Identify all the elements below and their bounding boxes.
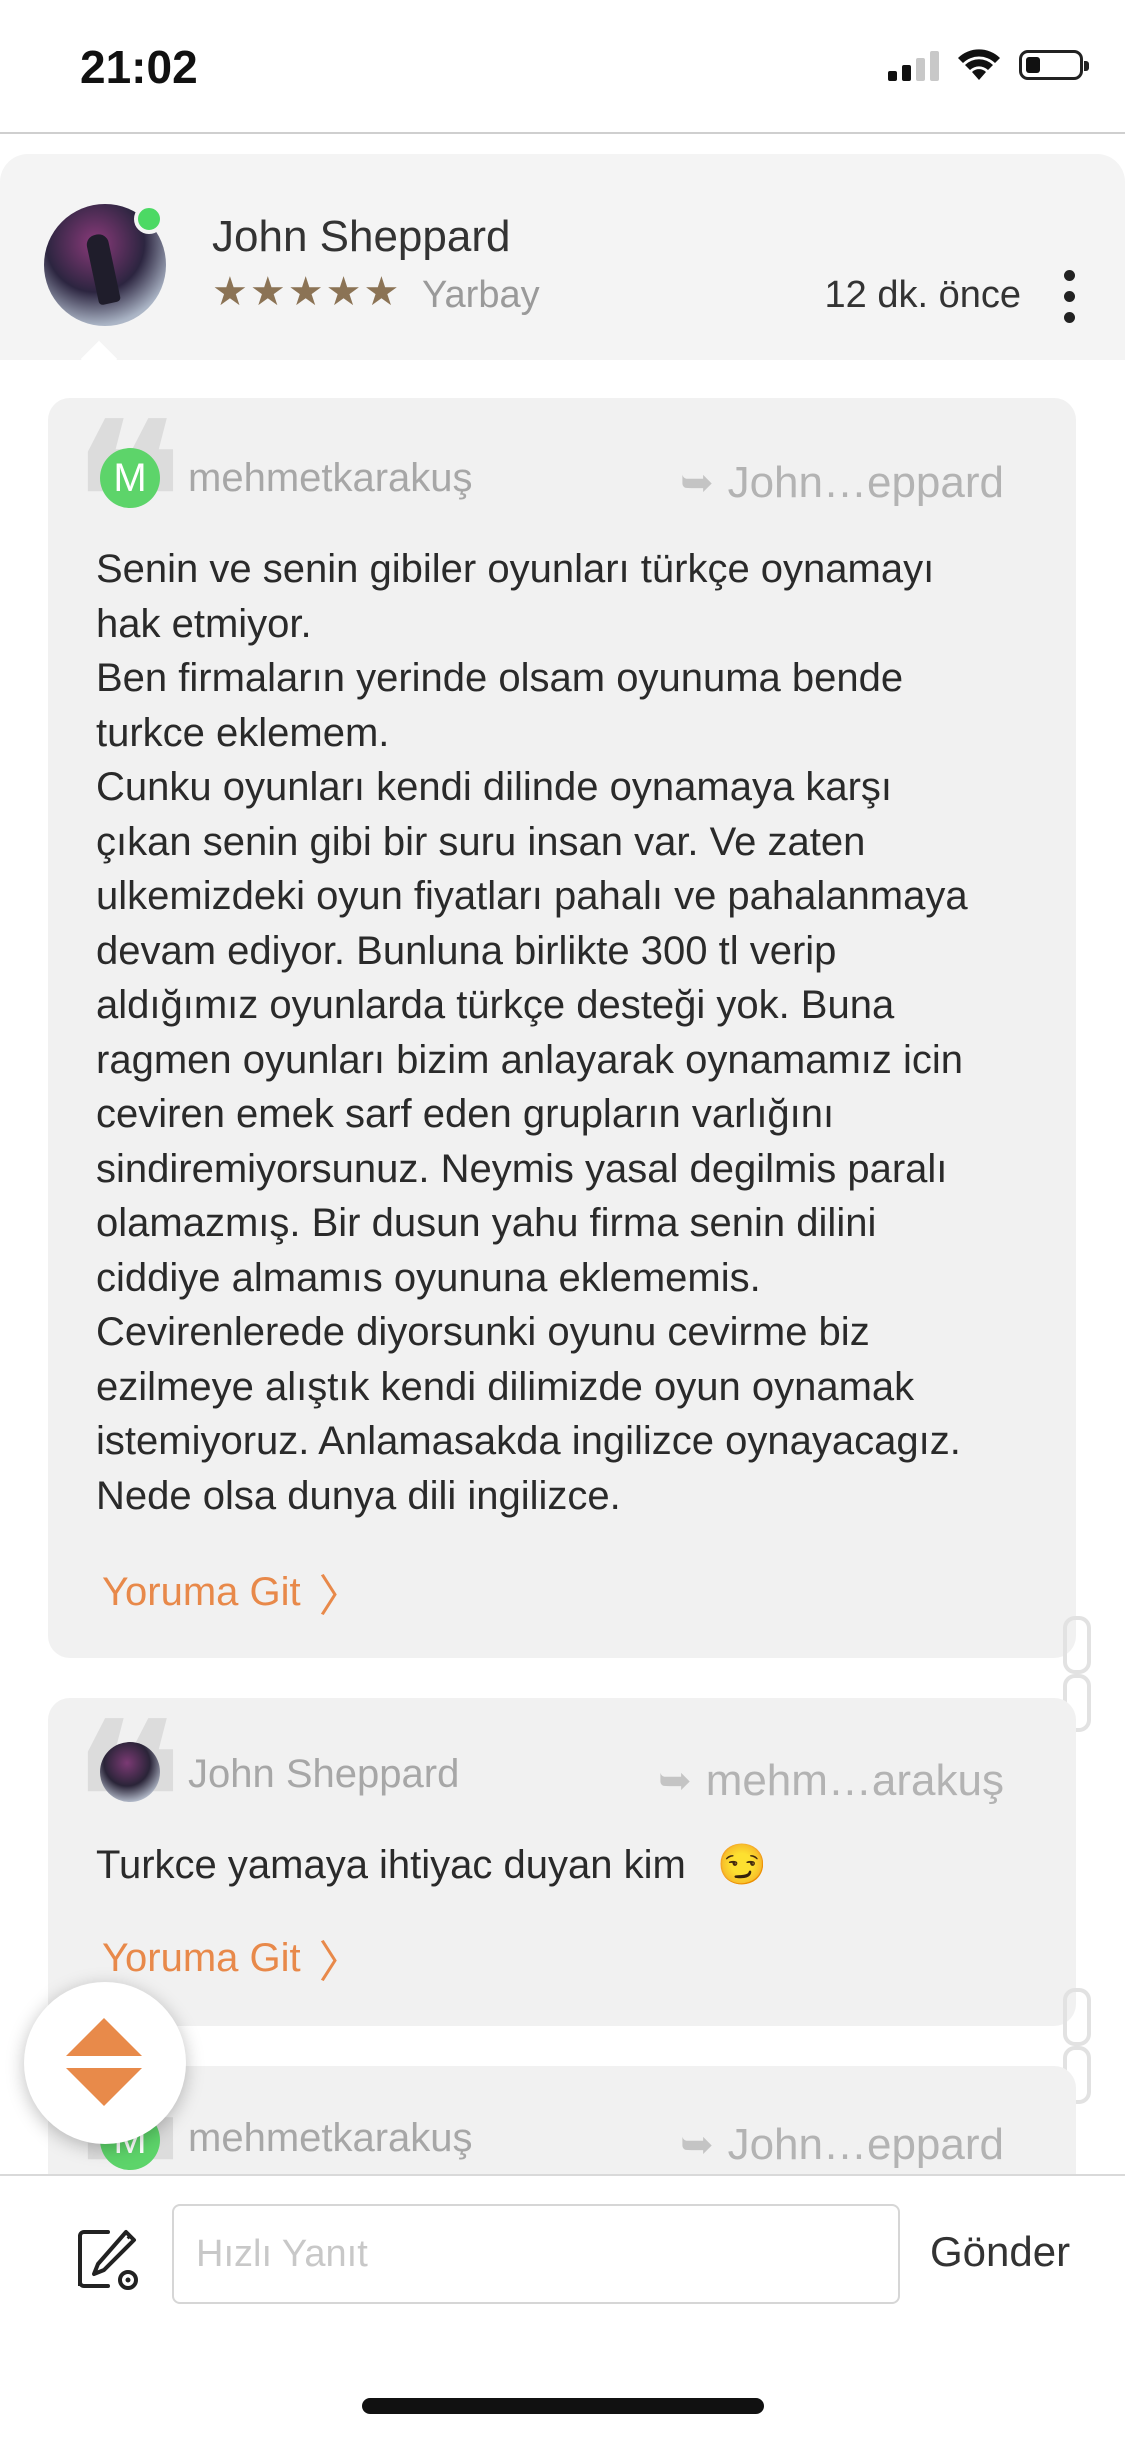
go-to-comment-label: Yoruma Git — [102, 1935, 301, 1980]
quote-reply-target[interactable]: ➥ mehm…arakuş — [658, 1756, 1004, 1806]
quote-author-avatar: M — [100, 448, 160, 508]
quote-line: Senin ve senin gibiler oyunları türkçe o… — [96, 547, 935, 591]
quote-line: sindiremiyorsunuz. Neymis yasal degilmis… — [96, 1146, 948, 1191]
quoted-comment: ❝ John Sheppard ➥ mehm…arakuş Turkce yam… — [48, 1698, 1076, 2026]
wifi-icon — [958, 49, 1000, 80]
go-to-comment-label: Yoruma Git — [102, 1569, 301, 1614]
star-icon: ★ — [287, 270, 324, 314]
smirk-emoji-icon: 😏 — [716, 1843, 767, 1887]
quote-line: ceviren emek sarf eden grupların varlığı… — [96, 1092, 835, 1136]
author-name[interactable]: John Sheppard — [212, 212, 510, 262]
battery-icon — [1019, 50, 1089, 80]
chevron-right-icon: 〉 — [318, 1938, 363, 1987]
arrow-down-icon — [66, 2068, 142, 2106]
chevron-right-icon: 〉 — [318, 1572, 363, 1621]
status-icons — [888, 48, 1089, 82]
post-time: 12 dk. önce — [824, 274, 1021, 316]
quote-line: Cunku oyunları kendi dilinde oynamaya ka… — [96, 765, 892, 809]
quoted-comment: ❝ M mehmetkarakuş ➥ John…eppard Senin ve… — [48, 398, 1076, 1658]
cellular-signal-icon — [888, 49, 939, 81]
quote-line: ezilmeye alıştık kendi dilimizde oyun oy… — [96, 1364, 915, 1409]
star-icon: ★ — [249, 270, 286, 314]
quote-text: Senin ve senin gibiler oyunları türkçe o… — [96, 542, 1056, 1523]
send-button[interactable]: Gönder — [930, 2228, 1070, 2276]
star-icon: ★ — [212, 270, 248, 314]
quick-reply-bar: Gönder — [0, 2174, 1125, 2438]
quote-line: ragmen oyunları bizim anlayarak oynamamı… — [96, 1037, 964, 1082]
go-to-comment-link[interactable]: Yoruma Git 〉 — [102, 1560, 363, 1624]
reply-target-name: John…eppard — [727, 458, 1004, 507]
quote-line: turkce eklemem. — [96, 710, 390, 755]
status-time: 21:02 — [80, 41, 198, 93]
post-card: John Sheppard ★ ★ ★ ★ ★ Yarbay 12 dk. ön… — [0, 154, 1125, 2174]
quote-line: çıkan senin gibi bir suru insan var. Ve … — [96, 819, 866, 864]
quoted-comment: ❝ M mehmetkarakuş ➥ John…eppard — [48, 2066, 1076, 2174]
quote-line: hak etmiyor. — [96, 601, 312, 646]
quote-text: Turkce yamaya ihtiyac duyan kim 😏 — [96, 1838, 1056, 1893]
scroll-up-down-button[interactable] — [24, 1982, 186, 2144]
quote-reply-target[interactable]: ➥ John…eppard — [680, 458, 1004, 508]
quote-author-avatar — [100, 1742, 160, 1802]
author-rank: Yarbay — [422, 274, 540, 316]
quick-reply-input[interactable] — [172, 2204, 900, 2304]
more-vertical-icon[interactable] — [1059, 270, 1079, 323]
quote-line: devam ediyor. Bunluna birlikte 300 tl ve… — [96, 928, 837, 973]
status-bar: 21:02 — [0, 0, 1125, 134]
star-icon: ★ — [325, 270, 362, 314]
go-to-comment-link[interactable]: Yoruma Git 〉 — [102, 1926, 363, 1990]
post-header: John Sheppard ★ ★ ★ ★ ★ Yarbay 12 dk. ön… — [0, 154, 1125, 360]
quote-line: olamazmış. Bir dusun yahu firma senin di… — [96, 1201, 877, 1245]
quote-line: Cevirenlerede diyorsunki oyunu cevirme b… — [96, 1310, 870, 1354]
quote-line: ulkemizdeki oyun fiyatları pahalı ve pah… — [96, 874, 968, 918]
quote-line: Ben firmaların yerinde olsam oyunuma ben… — [96, 656, 904, 700]
reply-arrow-icon: ➥ — [680, 461, 714, 505]
home-indicator[interactable] — [362, 2398, 764, 2414]
edit-settings-icon[interactable] — [74, 2224, 144, 2294]
reply-arrow-icon: ➥ — [658, 1759, 692, 1803]
quote-author[interactable]: John Sheppard — [188, 1752, 459, 1797]
quote-line: ciddiye almamıs oyununa eklememis. — [96, 1255, 761, 1300]
arrow-up-icon — [66, 2018, 142, 2056]
rating-stars: ★ ★ ★ ★ ★ — [212, 272, 399, 312]
reply-target-name: John…eppard — [727, 2120, 1004, 2169]
quote-reply-target[interactable]: ➥ John…eppard — [680, 2120, 1004, 2170]
online-status-dot — [134, 204, 164, 234]
quote-author[interactable]: mehmetkarakuş — [188, 2116, 473, 2161]
reply-target-name: mehm…arakuş — [705, 1756, 1004, 1805]
quote-line: istemiyoruz. Anlamasakda ingilizce oynay… — [96, 1419, 961, 1463]
quote-line: Nede olsa dunya dili ingilizce. — [96, 1473, 621, 1518]
quote-line: Turkce yamaya ihtiyac duyan kim — [96, 1843, 686, 1887]
quote-line: aldığımız oyunlarda türkçe desteği yok. … — [96, 983, 895, 1027]
reply-arrow-icon: ➥ — [680, 2123, 714, 2167]
quote-author[interactable]: mehmetkarakuş — [188, 456, 473, 501]
star-icon: ★ — [363, 270, 400, 314]
